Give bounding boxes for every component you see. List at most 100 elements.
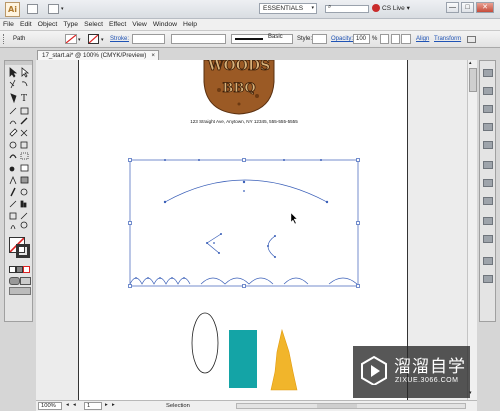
last-artboard-icon[interactable]: ▸ xyxy=(112,402,115,408)
pen-tool-icon xyxy=(10,93,17,104)
change-screen-mode-button[interactable] xyxy=(9,287,31,295)
variable-width-profile[interactable] xyxy=(171,34,226,44)
chevron-down-icon[interactable]: ▾ xyxy=(61,6,64,12)
cs-live-label: CS Live xyxy=(382,5,405,12)
transform-link[interactable]: Transform xyxy=(434,34,461,44)
menu-type[interactable]: Type xyxy=(60,19,81,30)
none-color-icon[interactable] xyxy=(23,266,30,273)
tools-panel-header[interactable] xyxy=(5,61,32,65)
maximize-button[interactable]: □ xyxy=(461,2,474,13)
zoom-level-field[interactable]: 100% xyxy=(38,402,62,410)
free-transform-tool-icon xyxy=(20,152,29,160)
control-panel-menu-icon[interactable] xyxy=(467,36,476,43)
align-link[interactable]: Align xyxy=(416,34,429,44)
opacity-link[interactable]: Opacity: xyxy=(331,34,353,44)
address-text: 123 Straight Ave, Anytown, NY 12345, 555… xyxy=(190,119,298,124)
brush-definition-dropdown[interactable]: Basic xyxy=(231,34,293,44)
graphic-style-swatch[interactable] xyxy=(312,34,327,44)
woods-bbq-logo[interactable]: WOODS BBQ xyxy=(203,60,275,115)
search-field[interactable]: ⌕ xyxy=(325,4,369,13)
transparency-panel-icon[interactable] xyxy=(483,197,493,205)
color-guide-panel-icon[interactable] xyxy=(483,87,493,95)
application-bar: Ai ▾ ESSENTIALS ▾ ⌕ CS Live ▾ — □ ✕ xyxy=(0,0,500,19)
lasso-tool-icon xyxy=(21,81,28,87)
next-artboard-icon[interactable]: ▸ xyxy=(105,402,108,408)
yellow-flame-shape[interactable] xyxy=(270,328,298,391)
default-colors-icon[interactable] xyxy=(9,266,16,273)
close-document-icon[interactable]: × xyxy=(151,51,155,60)
chevron-down-icon[interactable]: ▾ xyxy=(78,37,81,43)
recolor-artwork-button[interactable] xyxy=(380,34,389,44)
swatches-panel-icon[interactable] xyxy=(483,105,493,113)
menu-view[interactable]: View xyxy=(129,19,150,30)
control-bar: Path ▾ ▾ Stroke: Basic Style: Opacity: 1… xyxy=(0,31,500,48)
document-title: 17_start.ai* @ 100% (CMYK/Preview) xyxy=(42,52,147,59)
ellipse-shape[interactable] xyxy=(191,312,219,374)
scroll-thumb[interactable] xyxy=(317,404,357,408)
minimize-button[interactable]: — xyxy=(446,2,459,13)
artboards-panel-icon[interactable] xyxy=(483,275,493,283)
artboard-number-field[interactable]: 1 xyxy=(84,402,102,410)
tools-panel: T xyxy=(4,60,33,322)
color-panel-icon[interactable] xyxy=(483,69,493,77)
previous-artboard-icon[interactable]: ◂ xyxy=(73,402,76,408)
symbols-panel-icon[interactable] xyxy=(483,141,493,149)
screen-mode-icon[interactable] xyxy=(20,277,31,285)
appearance-panel-icon[interactable] xyxy=(483,217,493,225)
menu-edit[interactable]: Edit xyxy=(17,19,35,30)
color-icon[interactable] xyxy=(16,266,23,273)
graphic-styles-panel-icon[interactable] xyxy=(483,235,493,243)
scroll-thumb[interactable] xyxy=(469,68,477,92)
cs-live-menu[interactable]: CS Live ▾ xyxy=(382,4,410,12)
column-graph-tool-icon xyxy=(20,200,24,208)
menu-object[interactable]: Object xyxy=(35,19,61,30)
eyedropper-tool-icon xyxy=(10,187,16,197)
menu-select[interactable]: Select xyxy=(81,19,106,30)
first-artboard-icon[interactable]: ◂ xyxy=(66,402,69,408)
menu-bar: File Edit Object Type Select Effect View Window… xyxy=(0,19,500,31)
opacity-unit: % xyxy=(372,36,378,42)
document-tab[interactable]: 17_start.ai* @ 100% (CMYK/Preview) × xyxy=(37,50,159,60)
hand-tool-icon xyxy=(10,225,16,230)
chevron-down-icon: ▾ xyxy=(311,5,314,11)
brushes-panel-icon[interactable] xyxy=(483,123,493,131)
gradient-panel-icon[interactable] xyxy=(483,179,493,187)
stroke-link[interactable]: Stroke: xyxy=(110,34,129,44)
stroke-weight-field[interactable] xyxy=(132,34,165,44)
teal-rectangle-shape[interactable] xyxy=(229,330,257,388)
menu-help[interactable]: Help xyxy=(180,19,200,30)
watermark-overlay: 溜溜自学 ZIXUE.3066.COM xyxy=(353,346,470,398)
gradient-tool-icon xyxy=(20,176,29,184)
close-button[interactable]: ✕ xyxy=(476,2,494,13)
drawing-mode-icon[interactable] xyxy=(9,277,20,285)
status-mode-display[interactable]: Selection xyxy=(130,402,230,410)
horizontal-scrollbar[interactable] xyxy=(236,403,466,409)
bounding-box-handles xyxy=(128,158,360,288)
fill-swatch[interactable] xyxy=(65,34,77,44)
gripper-icon xyxy=(3,34,6,44)
layers-panel-icon[interactable] xyxy=(483,257,493,265)
menu-window[interactable]: Window xyxy=(150,19,180,30)
stroke-swatch[interactable] xyxy=(88,34,99,44)
scroll-up-icon[interactable]: ▴ xyxy=(469,60,472,66)
menu-file[interactable]: File xyxy=(0,19,17,30)
chevron-down-icon[interactable]: ▾ xyxy=(101,37,104,43)
rectangle-tool-icon xyxy=(20,107,29,115)
menu-effect[interactable]: Effect xyxy=(106,19,129,30)
brush-stroke-preview xyxy=(235,38,263,40)
bridge-icon[interactable] xyxy=(27,4,38,14)
stroke-panel-icon[interactable] xyxy=(483,161,493,169)
selection-type-label: Path xyxy=(13,36,26,42)
align-options-button[interactable] xyxy=(391,34,400,44)
brush-label: Basic xyxy=(268,34,283,40)
workspace-switcher[interactable]: ESSENTIALS ▾ xyxy=(259,3,317,14)
panel-menu-button[interactable] xyxy=(401,34,411,44)
selection-bounding-box[interactable] xyxy=(128,158,360,288)
opacity-field[interactable]: 100 xyxy=(353,34,370,44)
slice-tool-icon xyxy=(20,212,28,220)
tool-grid[interactable]: T xyxy=(7,66,31,232)
illustrator-logo-icon: Ai xyxy=(5,2,20,17)
arrange-documents-icon[interactable] xyxy=(48,4,59,14)
stroke-color-box[interactable] xyxy=(16,244,30,258)
scale-tool-icon xyxy=(20,141,28,149)
